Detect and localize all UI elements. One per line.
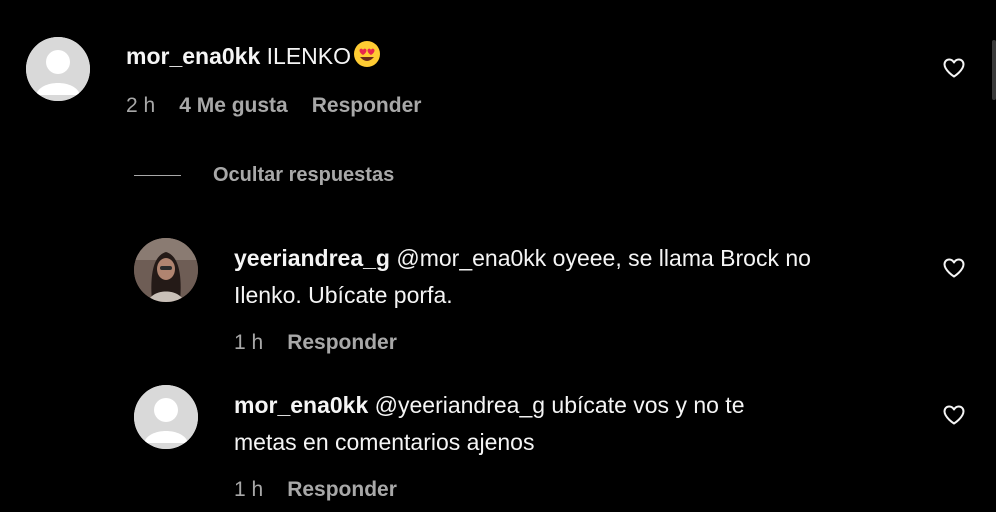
hide-replies-button[interactable]: Ocultar respuestas (134, 164, 394, 187)
comment-body: mor_ena0kk ILENKO (126, 38, 381, 78)
reply-text-line2: Ilenko. Ubícate porfa. (234, 282, 453, 308)
default-avatar-icon (134, 385, 198, 449)
reply-button[interactable]: Responder (287, 478, 397, 502)
scrollbar[interactable] (992, 40, 996, 100)
reply-meta: 1 h Responder (234, 331, 397, 355)
reply-button[interactable]: Responder (287, 331, 397, 355)
divider (134, 175, 181, 176)
reply-body-continued: metas en comentarios ajenos (234, 424, 534, 460)
default-avatar-icon (26, 37, 90, 101)
avatar[interactable] (26, 37, 90, 101)
reply-username[interactable]: mor_ena0kk (234, 392, 368, 418)
reply-meta: 1 h Responder (234, 478, 397, 502)
comment-text: ILENKO (266, 43, 352, 69)
comments-thread: mor_ena0kk ILENKO 2 h 4 Me gusta Respond… (0, 0, 996, 512)
reply-body: mor_ena0kk @yeeriandrea_g ubícate vos y … (234, 387, 745, 423)
heart-outline-icon[interactable] (942, 256, 966, 280)
likes-count-button[interactable]: 4 Me gusta (179, 94, 288, 118)
comment-meta: 2 h 4 Me gusta Responder (126, 94, 421, 118)
reply-time: 1 h (234, 331, 264, 354)
avatar[interactable] (134, 385, 198, 449)
comment-username[interactable]: mor_ena0kk (126, 43, 260, 69)
profile-photo (134, 238, 198, 302)
hide-replies-label: Ocultar respuestas (213, 164, 395, 186)
comment-time: 2 h (126, 94, 156, 117)
avatar[interactable] (134, 238, 198, 302)
reply-text-line1: @yeeriandrea_g ubícate vos y no te (374, 392, 745, 418)
reply-time: 1 h (234, 478, 264, 501)
heart-outline-icon[interactable] (942, 403, 966, 427)
reply-body: yeeriandrea_g @mor_ena0kk oyeee, se llam… (234, 240, 811, 276)
reply-button[interactable]: Responder (312, 94, 422, 118)
reply-username[interactable]: yeeriandrea_g (234, 245, 390, 271)
heart-eyes-emoji (353, 40, 381, 78)
heart-outline-icon[interactable] (942, 56, 966, 80)
reply-text-line1: @mor_ena0kk oyeee, se llama Brock no (396, 245, 811, 271)
reply-text-line2: metas en comentarios ajenos (234, 429, 535, 455)
reply-body-continued: Ilenko. Ubícate porfa. (234, 277, 453, 313)
